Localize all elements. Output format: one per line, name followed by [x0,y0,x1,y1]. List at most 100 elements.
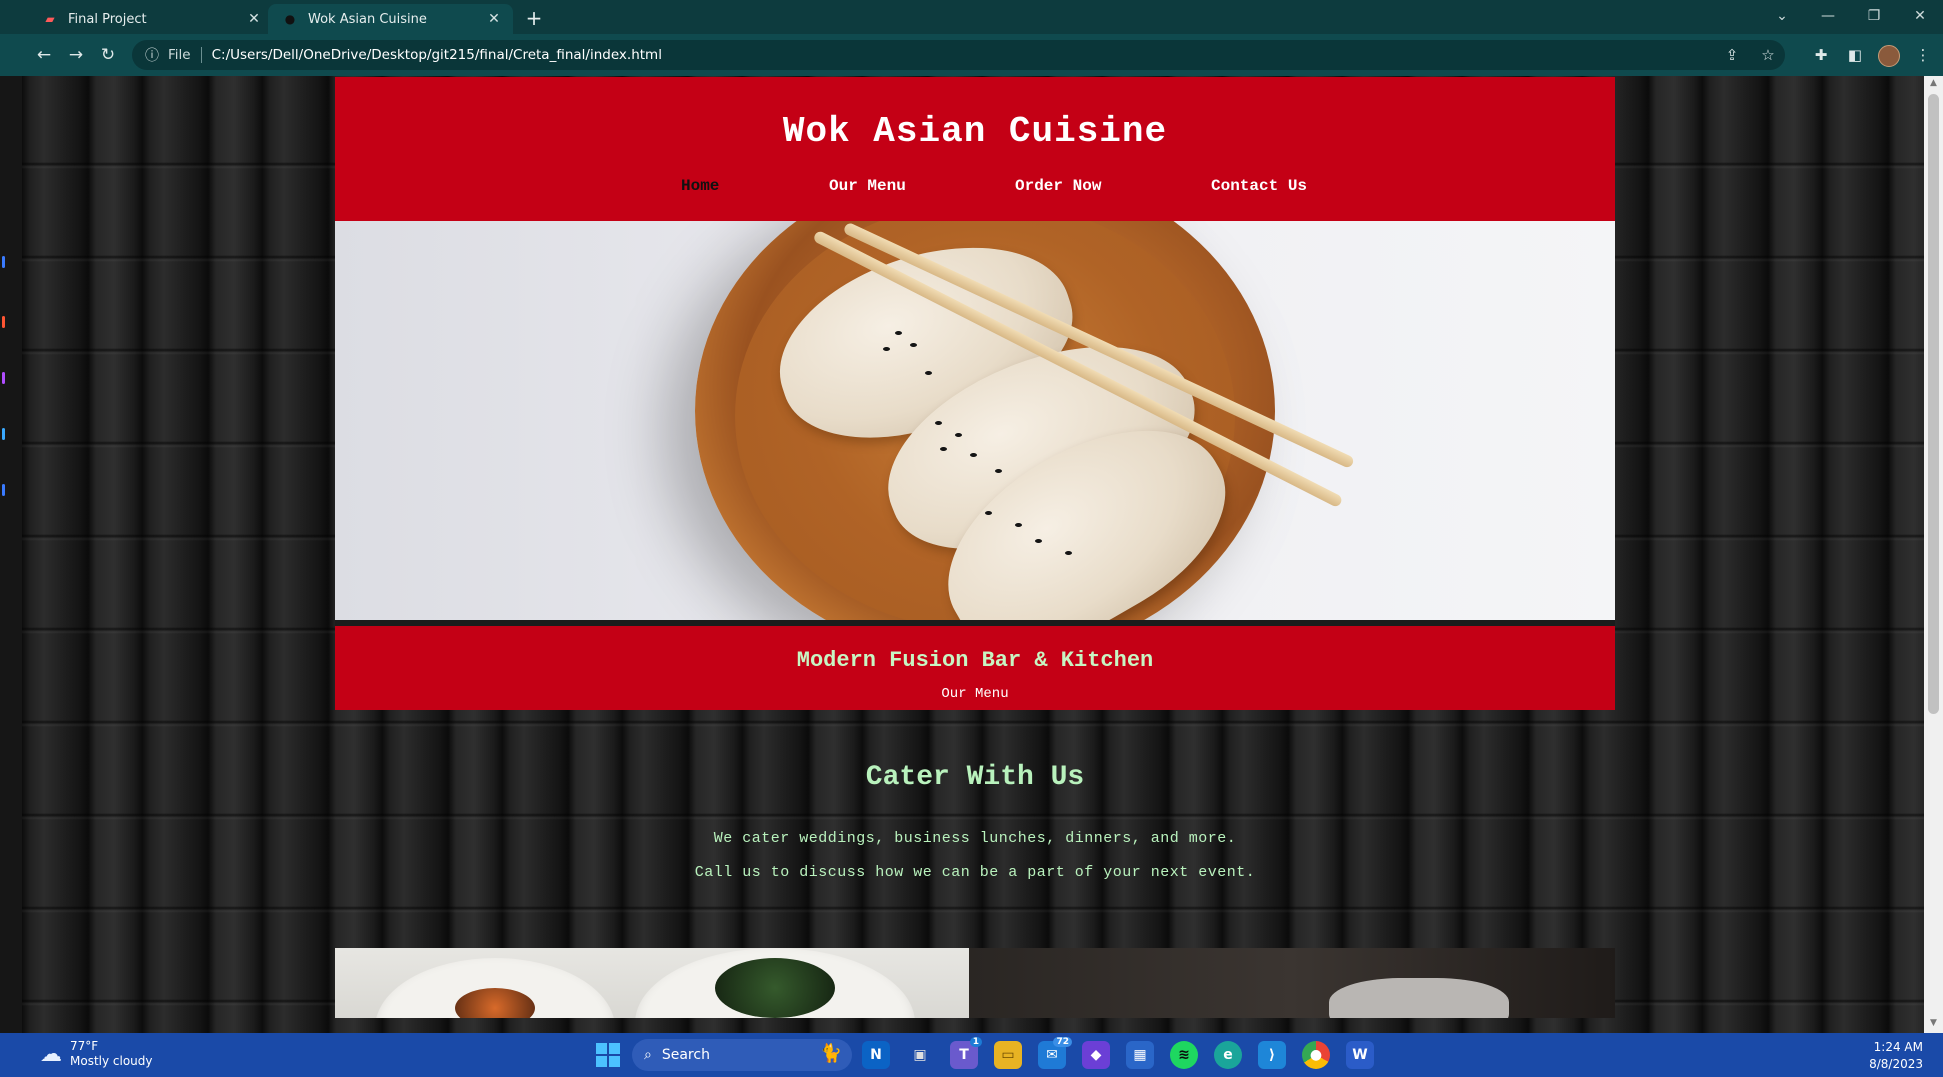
sesame-seed [985,511,992,515]
favicon-icon: ● [284,12,296,26]
weather-temp: 77°F [70,1039,99,1053]
site-container: Wok Asian Cuisine Home Our Menu Order No… [335,77,1615,1018]
sesame-seed [955,433,962,437]
nav-contact-us[interactable]: Contact Us [1211,177,1307,195]
strip-marker [2,372,5,384]
sesame-seed [910,343,917,347]
nav-our-menu[interactable]: Our Menu [829,177,906,195]
tagline-banner: Modern Fusion Bar & Kitchen Our Menu [335,626,1615,710]
tab-title: Wok Asian Cuisine [308,11,427,27]
news-app-icon[interactable]: N [862,1041,890,1069]
sesame-seed [935,421,942,425]
cater-text-line-2: Call us to discuss how we can be a part … [694,864,1256,881]
vscode-icon[interactable]: ⟩ [1258,1041,1286,1069]
edge-icon[interactable]: e [1214,1041,1242,1069]
chef-photo [969,948,1615,1018]
banner-menu-link[interactable]: Our Menu [335,686,1615,702]
task-view-icon[interactable]: ▣ [906,1041,934,1069]
search-highlight-icon: 🐈 [819,1043,842,1064]
sesame-seed [1065,551,1072,555]
file-explorer-icon[interactable]: ▭ [994,1041,1022,1069]
sesame-seed [895,331,902,335]
sesame-seed [925,371,932,375]
side-panel-icon[interactable]: ◧ [1844,43,1866,67]
vertical-scrollbar[interactable]: ▲ ▼ [1924,76,1943,1033]
close-tab-icon[interactable]: ✕ [485,11,503,27]
scroll-down-icon[interactable]: ▼ [1928,1018,1939,1028]
tab-title: Final Project [68,11,147,27]
sesame-seed [970,453,977,457]
cloud-icon: ☁ [40,1041,62,1067]
weather-condition: Mostly cloudy [70,1054,153,1068]
forward-icon[interactable]: → [64,43,88,67]
tab-wok-asian-cuisine[interactable]: ● Wok Asian Cuisine ✕ [268,4,513,34]
sesame-seed [995,469,1002,473]
sesame-seed [1015,523,1022,527]
site-title: Wok Asian Cuisine [782,111,1168,152]
back-icon[interactable]: ← [32,43,56,67]
cater-text-line-1: We cater weddings, business lunches, din… [713,830,1237,847]
extensions-icon[interactable]: ✚ [1810,43,1832,67]
weather-widget[interactable]: ☁ 77°F Mostly cloudy [40,1039,153,1069]
photo-row [335,948,1615,1018]
close-window-icon[interactable]: ✕ [1900,4,1940,28]
tab-search-icon[interactable]: ⌄ [1762,4,1802,28]
banner-title: Modern Fusion Bar & Kitchen [796,648,1154,673]
search-icon: ⌕ [644,1047,652,1063]
sesame-seed [940,447,947,451]
minimize-icon[interactable]: — [1808,4,1848,28]
scheme-label: File [168,47,191,63]
clock-date: 8/8/2023 [1869,1057,1923,1071]
site-header: Wok Asian Cuisine Home Our Menu Order No… [335,77,1615,221]
food-bowls-photo [335,948,969,1018]
strip-marker [2,256,5,268]
favicon-icon: ▰ [45,12,55,26]
start-button[interactable] [596,1043,620,1067]
restore-icon[interactable]: ❐ [1854,4,1894,28]
strip-marker [2,484,5,496]
scroll-thumb[interactable] [1928,94,1939,714]
info-icon[interactable]: ⓘ [142,45,162,65]
bowl-topping [715,958,835,1018]
scroll-up-icon[interactable]: ▲ [1928,78,1939,88]
cater-title: Cater With Us [865,762,1085,793]
menu-kebab-icon[interactable]: ⋮ [1912,43,1934,67]
search-label: Search [661,1047,710,1063]
strip-marker [2,428,5,440]
mail-badge: 72 [1053,1037,1072,1047]
system-clock[interactable]: 1:24 AM 8/8/2023 [1869,1039,1923,1073]
strip-marker [2,316,5,328]
nav-order-now[interactable]: Order Now [1015,177,1101,195]
address-bar[interactable]: ⓘ File C:/Users/Dell/OneDrive/Desktop/gi… [132,40,1785,70]
new-tab-icon[interactable]: + [522,6,546,30]
profile-avatar[interactable] [1878,45,1900,67]
chef-sleeve [1329,978,1509,1018]
hero-image-dumplings [335,221,1615,620]
word-icon[interactable]: W [1346,1041,1374,1069]
sesame-seed [1035,539,1042,543]
windows-taskbar: ☁ 77°F Mostly cloudy ⌕ Search 🐈 N ▣ 1T ▭… [0,1033,1943,1077]
main-nav: Home Our Menu Order Now Contact Us [335,177,1615,199]
left-app-strip [0,76,22,1033]
copilot-icon[interactable]: ◆ [1082,1041,1110,1069]
close-tab-icon[interactable]: ✕ [245,11,263,27]
reload-icon[interactable]: ↻ [96,43,120,67]
share-icon[interactable]: ⇪ [1721,43,1743,67]
tab-final-project[interactable]: ▰ Final Project ✕ [28,4,273,34]
chrome-icon[interactable]: ● [1302,1041,1330,1069]
sesame-seed [883,347,890,351]
taskbar-search[interactable]: ⌕ Search 🐈 [632,1039,852,1071]
cater-section: Cater With Us We cater weddings, busines… [335,710,1615,948]
page-viewport: Wok Asian Cuisine Home Our Menu Order No… [22,76,1924,1033]
browser-toolbar: ← → ↻ ⓘ File C:/Users/Dell/OneDrive/Desk… [0,34,1943,76]
teams-chat-icon[interactable]: 1T [950,1037,982,1069]
store-icon[interactable]: ▦ [1126,1041,1154,1069]
bookmark-star-icon[interactable]: ☆ [1757,43,1779,67]
address-separator [200,47,202,63]
nav-home[interactable]: Home [681,177,719,195]
spotify-icon[interactable]: ≋ [1170,1041,1198,1069]
mail-icon[interactable]: 72 ✉ [1038,1037,1072,1069]
teams-badge: 1 [969,1037,982,1047]
url-text[interactable]: C:/Users/Dell/OneDrive/Desktop/git215/fi… [212,47,662,63]
tab-strip: ▰ Final Project ✕ ● Wok Asian Cuisine ✕ … [0,0,1943,34]
